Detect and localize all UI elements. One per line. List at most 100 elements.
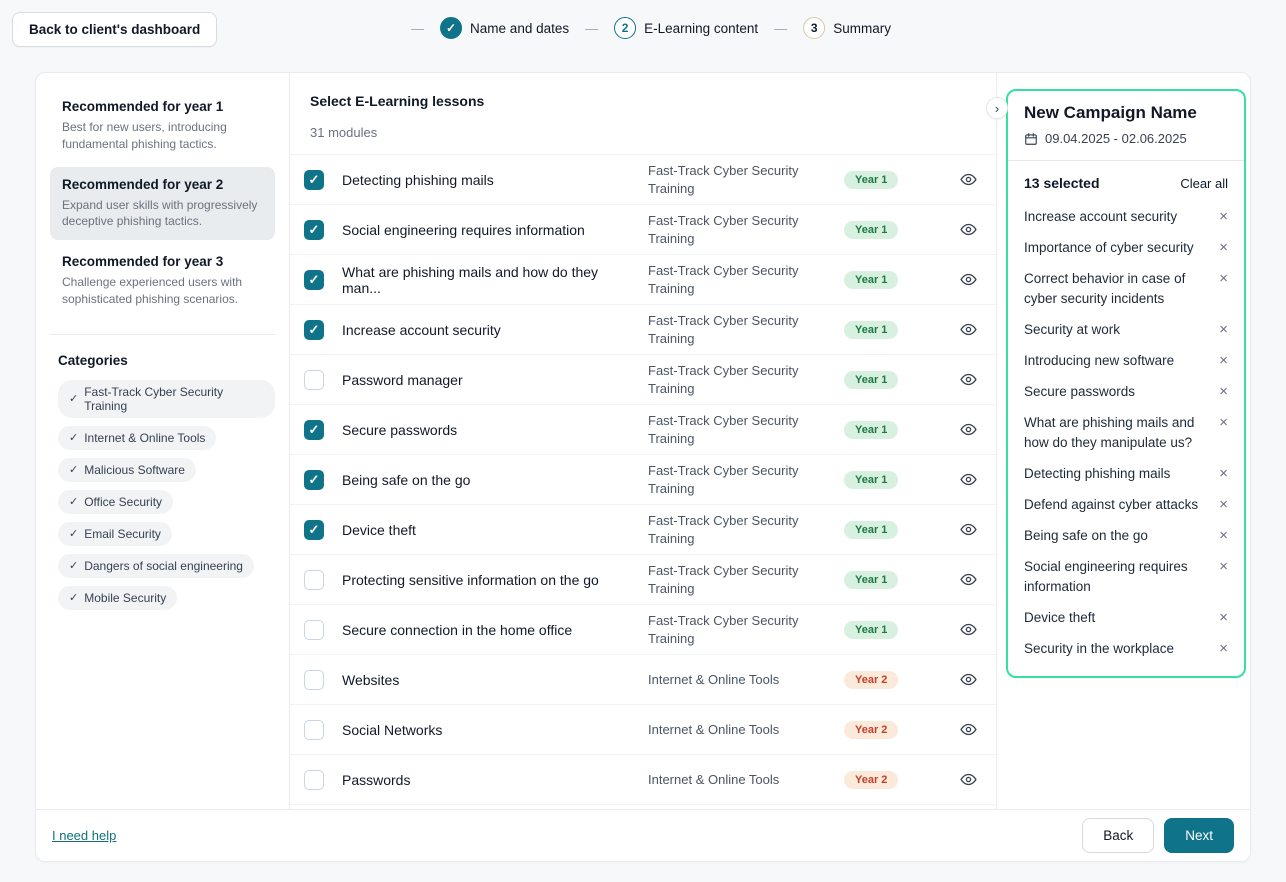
eye-icon[interactable] xyxy=(940,171,996,188)
remove-icon[interactable]: × xyxy=(1219,495,1228,515)
eye-icon[interactable] xyxy=(940,371,996,388)
collapse-panel-button[interactable]: › xyxy=(986,97,1008,119)
recommendation-item[interactable]: Recommended for year 3 Challenge experie… xyxy=(50,244,275,318)
remove-icon[interactable]: × xyxy=(1219,351,1228,371)
sidebar: Recommended for year 1 Best for new user… xyxy=(36,73,290,809)
lesson-category: Fast-Track Cyber Security Training xyxy=(648,612,844,647)
remove-icon[interactable]: × xyxy=(1219,238,1228,258)
help-link[interactable]: I need help xyxy=(52,828,116,843)
selected-item-label: What are phishing mails and how do they … xyxy=(1024,413,1209,453)
stepper-step[interactable]: 3 Summary xyxy=(758,17,891,39)
lesson-row: Device theft Fast-Track Cyber Security T… xyxy=(290,504,996,554)
year-badge: Year 2 xyxy=(844,671,898,689)
back-to-dashboard-button[interactable]: Back to client's dashboard xyxy=(12,12,217,47)
remove-icon[interactable]: × xyxy=(1219,269,1228,289)
category-chip[interactable]: ✓ Malicious Software xyxy=(58,458,196,482)
lesson-category: Fast-Track Cyber Security Training xyxy=(648,312,844,347)
lesson-category: Fast-Track Cyber Security Training xyxy=(648,412,844,447)
year-badge: Year 1 xyxy=(844,421,898,439)
stepper-step[interactable]: Name and dates xyxy=(395,17,569,39)
recommendation-item[interactable]: Recommended for year 1 Best for new user… xyxy=(50,89,275,163)
eye-icon[interactable] xyxy=(940,421,996,438)
recommendation-item[interactable]: Recommended for year 2 Expand user skill… xyxy=(50,167,275,241)
lesson-checkbox[interactable] xyxy=(304,620,324,640)
selected-item: Device theft × xyxy=(1024,608,1228,628)
main-card: Recommended for year 1 Best for new user… xyxy=(35,72,1251,862)
category-chip[interactable]: ✓ Mobile Security xyxy=(58,586,177,610)
selected-item-label: Social engineering requires information xyxy=(1024,557,1209,597)
eye-icon[interactable] xyxy=(940,671,996,688)
remove-icon[interactable]: × xyxy=(1219,382,1228,402)
remove-icon[interactable]: × xyxy=(1219,526,1228,546)
category-chip-label: Malicious Software xyxy=(84,463,185,477)
campaign-name: New Campaign Name xyxy=(1024,103,1228,123)
lesson-checkbox[interactable] xyxy=(304,770,324,790)
step-circle xyxy=(440,17,462,39)
lesson-checkbox[interactable] xyxy=(304,570,324,590)
sidebar-divider xyxy=(50,334,275,335)
eye-icon[interactable] xyxy=(940,521,996,538)
recommendation-title: Recommended for year 1 xyxy=(62,99,263,114)
eye-icon[interactable] xyxy=(940,771,996,788)
next-button[interactable]: Next xyxy=(1164,818,1234,853)
check-icon: ✓ xyxy=(69,591,78,604)
back-button[interactable]: Back xyxy=(1082,818,1154,853)
check-icon: ✓ xyxy=(69,392,78,405)
remove-icon[interactable]: × xyxy=(1219,320,1228,340)
lesson-checkbox[interactable] xyxy=(304,320,324,340)
remove-icon[interactable]: × xyxy=(1219,608,1228,628)
lesson-checkbox[interactable] xyxy=(304,170,324,190)
lessons-header: Select E-Learning lessons 31 modules xyxy=(290,73,996,154)
selected-item-label: Defend against cyber attacks xyxy=(1024,495,1198,515)
eye-icon[interactable] xyxy=(940,621,996,638)
lesson-checkbox[interactable] xyxy=(304,470,324,490)
top-bar: Back to client's dashboard Name and date… xyxy=(0,0,1286,56)
lesson-checkbox[interactable] xyxy=(304,720,324,740)
year-badge: Year 1 xyxy=(844,571,898,589)
recommendation-list: Recommended for year 1 Best for new user… xyxy=(50,89,275,318)
remove-icon[interactable]: × xyxy=(1219,207,1228,227)
selected-item-label: Introducing new software xyxy=(1024,351,1174,371)
lesson-checkbox[interactable] xyxy=(304,420,324,440)
remove-icon[interactable]: × xyxy=(1219,413,1228,433)
lesson-title: Secure passwords xyxy=(342,422,648,438)
lesson-category: Fast-Track Cyber Security Training xyxy=(648,462,844,497)
lesson-title: Secure connection in the home office xyxy=(342,622,648,638)
check-icon: ✓ xyxy=(69,495,78,508)
remove-icon[interactable]: × xyxy=(1219,557,1228,577)
step-number: 2 xyxy=(622,21,629,35)
category-chip[interactable]: ✓ Email Security xyxy=(58,522,172,546)
lesson-checkbox[interactable] xyxy=(304,220,324,240)
lesson-category: Fast-Track Cyber Security Training xyxy=(648,512,844,547)
category-chip[interactable]: ✓ Fast-Track Cyber Security Training xyxy=(58,380,275,418)
category-chip[interactable]: ✓ Office Security xyxy=(58,490,173,514)
lesson-checkbox[interactable] xyxy=(304,270,324,290)
remove-icon[interactable]: × xyxy=(1219,464,1228,484)
lesson-checkbox[interactable] xyxy=(304,520,324,540)
year-badge: Year 2 xyxy=(844,721,898,739)
eye-icon[interactable] xyxy=(940,221,996,238)
category-chip-label: Internet & Online Tools xyxy=(84,431,205,445)
lesson-checkbox[interactable] xyxy=(304,670,324,690)
stepper-step[interactable]: 2 E-Learning content xyxy=(569,17,758,39)
category-chip[interactable]: ✓ Dangers of social engineering xyxy=(58,554,254,578)
footer: I need help Back Next xyxy=(36,809,1250,861)
selected-count: 13 selected xyxy=(1024,175,1100,191)
eye-icon[interactable] xyxy=(940,571,996,588)
eye-icon[interactable] xyxy=(940,721,996,738)
category-chip-label: Fast-Track Cyber Security Training xyxy=(84,385,264,413)
lesson-row: Being safe on the go Fast-Track Cyber Se… xyxy=(290,454,996,504)
eye-icon[interactable] xyxy=(940,271,996,288)
category-chip[interactable]: ✓ Internet & Online Tools xyxy=(58,426,216,450)
check-icon: ✓ xyxy=(69,463,78,476)
eye-icon[interactable] xyxy=(940,471,996,488)
recommendation-title: Recommended for year 3 xyxy=(62,254,263,269)
year-badge: Year 1 xyxy=(844,521,898,539)
category-chip-label: Office Security xyxy=(84,495,162,509)
lesson-row: What are phishing mails and how do they … xyxy=(290,254,996,304)
eye-icon[interactable] xyxy=(940,321,996,338)
lesson-title: Being safe on the go xyxy=(342,472,648,488)
lesson-checkbox[interactable] xyxy=(304,370,324,390)
clear-all-button[interactable]: Clear all xyxy=(1180,176,1228,191)
remove-icon[interactable]: × xyxy=(1219,639,1228,659)
